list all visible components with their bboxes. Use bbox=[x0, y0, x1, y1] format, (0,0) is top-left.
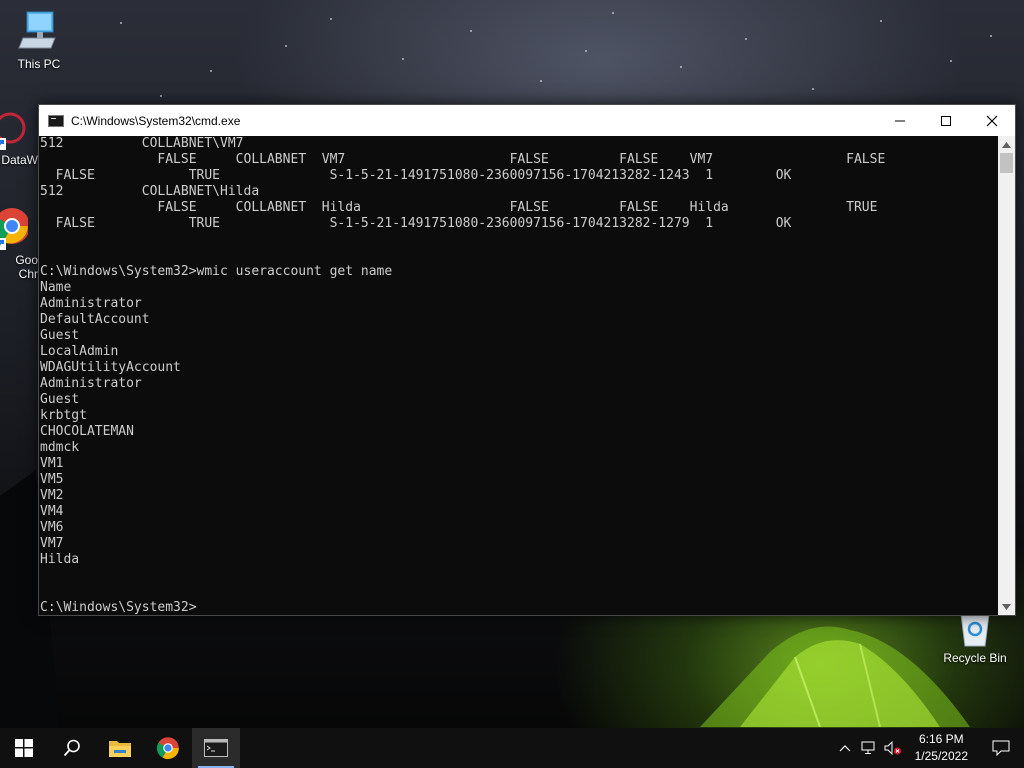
taskbar: 6:16 PM 1/25/2022 bbox=[0, 728, 1024, 768]
chevron-up-icon bbox=[839, 745, 851, 752]
console-line: 512 COLLABNET\Hilda bbox=[40, 184, 260, 199]
chrome-icon bbox=[0, 206, 30, 250]
console-line: VM1 bbox=[40, 456, 64, 471]
console-line: VM7 bbox=[40, 536, 64, 551]
volume-muted-icon bbox=[884, 741, 901, 755]
window-titlebar[interactable]: C:\Windows\System32\cmd.exe bbox=[39, 105, 1015, 136]
minimize-icon bbox=[895, 120, 905, 121]
recycle-bin-icon bbox=[955, 612, 995, 648]
console-output[interactable]: 512 COLLABNET\VM7 FALSE COLLABNET VM7 FA… bbox=[39, 136, 998, 615]
console-line: C:\Windows\System32> bbox=[40, 600, 197, 615]
scroll-up-button[interactable] bbox=[998, 136, 1015, 153]
console-line: C:\Windows\System32>wmic useraccount get… bbox=[40, 264, 393, 279]
console-line: Administrator bbox=[40, 296, 142, 311]
close-icon bbox=[986, 115, 998, 126]
dataw-app-icon bbox=[0, 110, 28, 150]
cmd-icon bbox=[204, 739, 228, 757]
chevron-down-icon bbox=[1002, 603, 1011, 610]
console-line: VM6 bbox=[40, 520, 64, 535]
console-line: CHOCOLATEMAN bbox=[40, 424, 134, 439]
console-line: VM4 bbox=[40, 504, 64, 519]
clock-time: 6:16 PM bbox=[918, 732, 964, 746]
show-hidden-icons-button[interactable] bbox=[833, 728, 857, 768]
desktop-icon-google-chrome[interactable]: Goo Chr bbox=[0, 206, 38, 281]
maximize-icon bbox=[941, 115, 951, 126]
search-button[interactable] bbox=[48, 728, 96, 768]
desktop-icon-recycle-bin[interactable]: Recycle Bin bbox=[936, 612, 1014, 665]
console-line: Guest bbox=[40, 328, 80, 343]
taskbar-file-explorer[interactable] bbox=[96, 728, 144, 768]
desktop-icon-this-pc[interactable]: This PC bbox=[0, 8, 78, 71]
console-line: FALSE TRUE S-1-5-21-1491751080-236009715… bbox=[40, 168, 792, 183]
console-line: Guest bbox=[40, 392, 80, 407]
desktop-icon-label: DataW bbox=[1, 153, 38, 167]
console-line: Administrator bbox=[40, 376, 142, 391]
action-center-button[interactable] bbox=[978, 728, 1024, 768]
desktop-icon-label: This PC bbox=[17, 57, 61, 71]
desktop-icon-label: Goo Chr bbox=[15, 253, 38, 281]
console-line: VM5 bbox=[40, 472, 64, 487]
windows-logo-icon bbox=[15, 739, 33, 757]
cmd-window[interactable]: C:\Windows\System32\cmd.exe 512 COLLABNE… bbox=[38, 104, 1016, 616]
notification-icon bbox=[992, 740, 1010, 756]
chevron-up-icon bbox=[1002, 141, 1011, 148]
console-line: VM2 bbox=[40, 488, 64, 503]
chrome-icon bbox=[156, 737, 179, 760]
desktop-icon-dataw[interactable]: DataW bbox=[0, 110, 38, 167]
close-button[interactable] bbox=[969, 105, 1015, 136]
console-line: Name bbox=[40, 280, 72, 295]
folder-icon bbox=[109, 741, 131, 757]
console-line: FALSE TRUE S-1-5-21-1491751080-236009715… bbox=[40, 216, 792, 231]
maximize-button[interactable] bbox=[923, 105, 969, 136]
scroll-down-button[interactable] bbox=[998, 598, 1015, 615]
console-line: Hilda bbox=[40, 552, 80, 567]
computer-icon bbox=[17, 8, 61, 54]
clock-date: 1/25/2022 bbox=[914, 749, 968, 763]
window-title: C:\Windows\System32\cmd.exe bbox=[71, 113, 241, 128]
taskbar-clock[interactable]: 6:16 PM 1/25/2022 bbox=[905, 731, 978, 765]
cmd-icon bbox=[48, 114, 64, 127]
console-line: mdmck bbox=[40, 440, 80, 455]
taskbar-chrome[interactable] bbox=[144, 728, 192, 768]
console-line: krbtgt bbox=[40, 408, 87, 423]
scrollbar-thumb[interactable] bbox=[1000, 153, 1013, 173]
console-line: FALSE COLLABNET Hilda FALSE FALSE Hilda … bbox=[40, 200, 878, 215]
search-icon bbox=[63, 739, 80, 757]
console-line: WDAGUtilityAccount bbox=[40, 360, 181, 375]
minimize-button[interactable] bbox=[877, 105, 923, 136]
network-icon bbox=[861, 741, 875, 754]
start-button[interactable] bbox=[0, 728, 48, 768]
system-tray: 6:16 PM 1/25/2022 bbox=[833, 728, 1024, 768]
volume-button[interactable] bbox=[881, 728, 905, 768]
console-line: DefaultAccount bbox=[40, 312, 150, 327]
console-line: FALSE COLLABNET VM7 FALSE FALSE VM7 FALS… bbox=[40, 152, 886, 167]
taskbar-cmd[interactable] bbox=[192, 728, 240, 768]
vertical-scrollbar[interactable] bbox=[998, 136, 1015, 615]
desktop-icon-label: Recycle Bin bbox=[943, 651, 1007, 665]
console-line: LocalAdmin bbox=[40, 344, 119, 359]
network-button[interactable] bbox=[857, 728, 881, 768]
console-line: 512 COLLABNET\VM7 bbox=[40, 136, 244, 151]
